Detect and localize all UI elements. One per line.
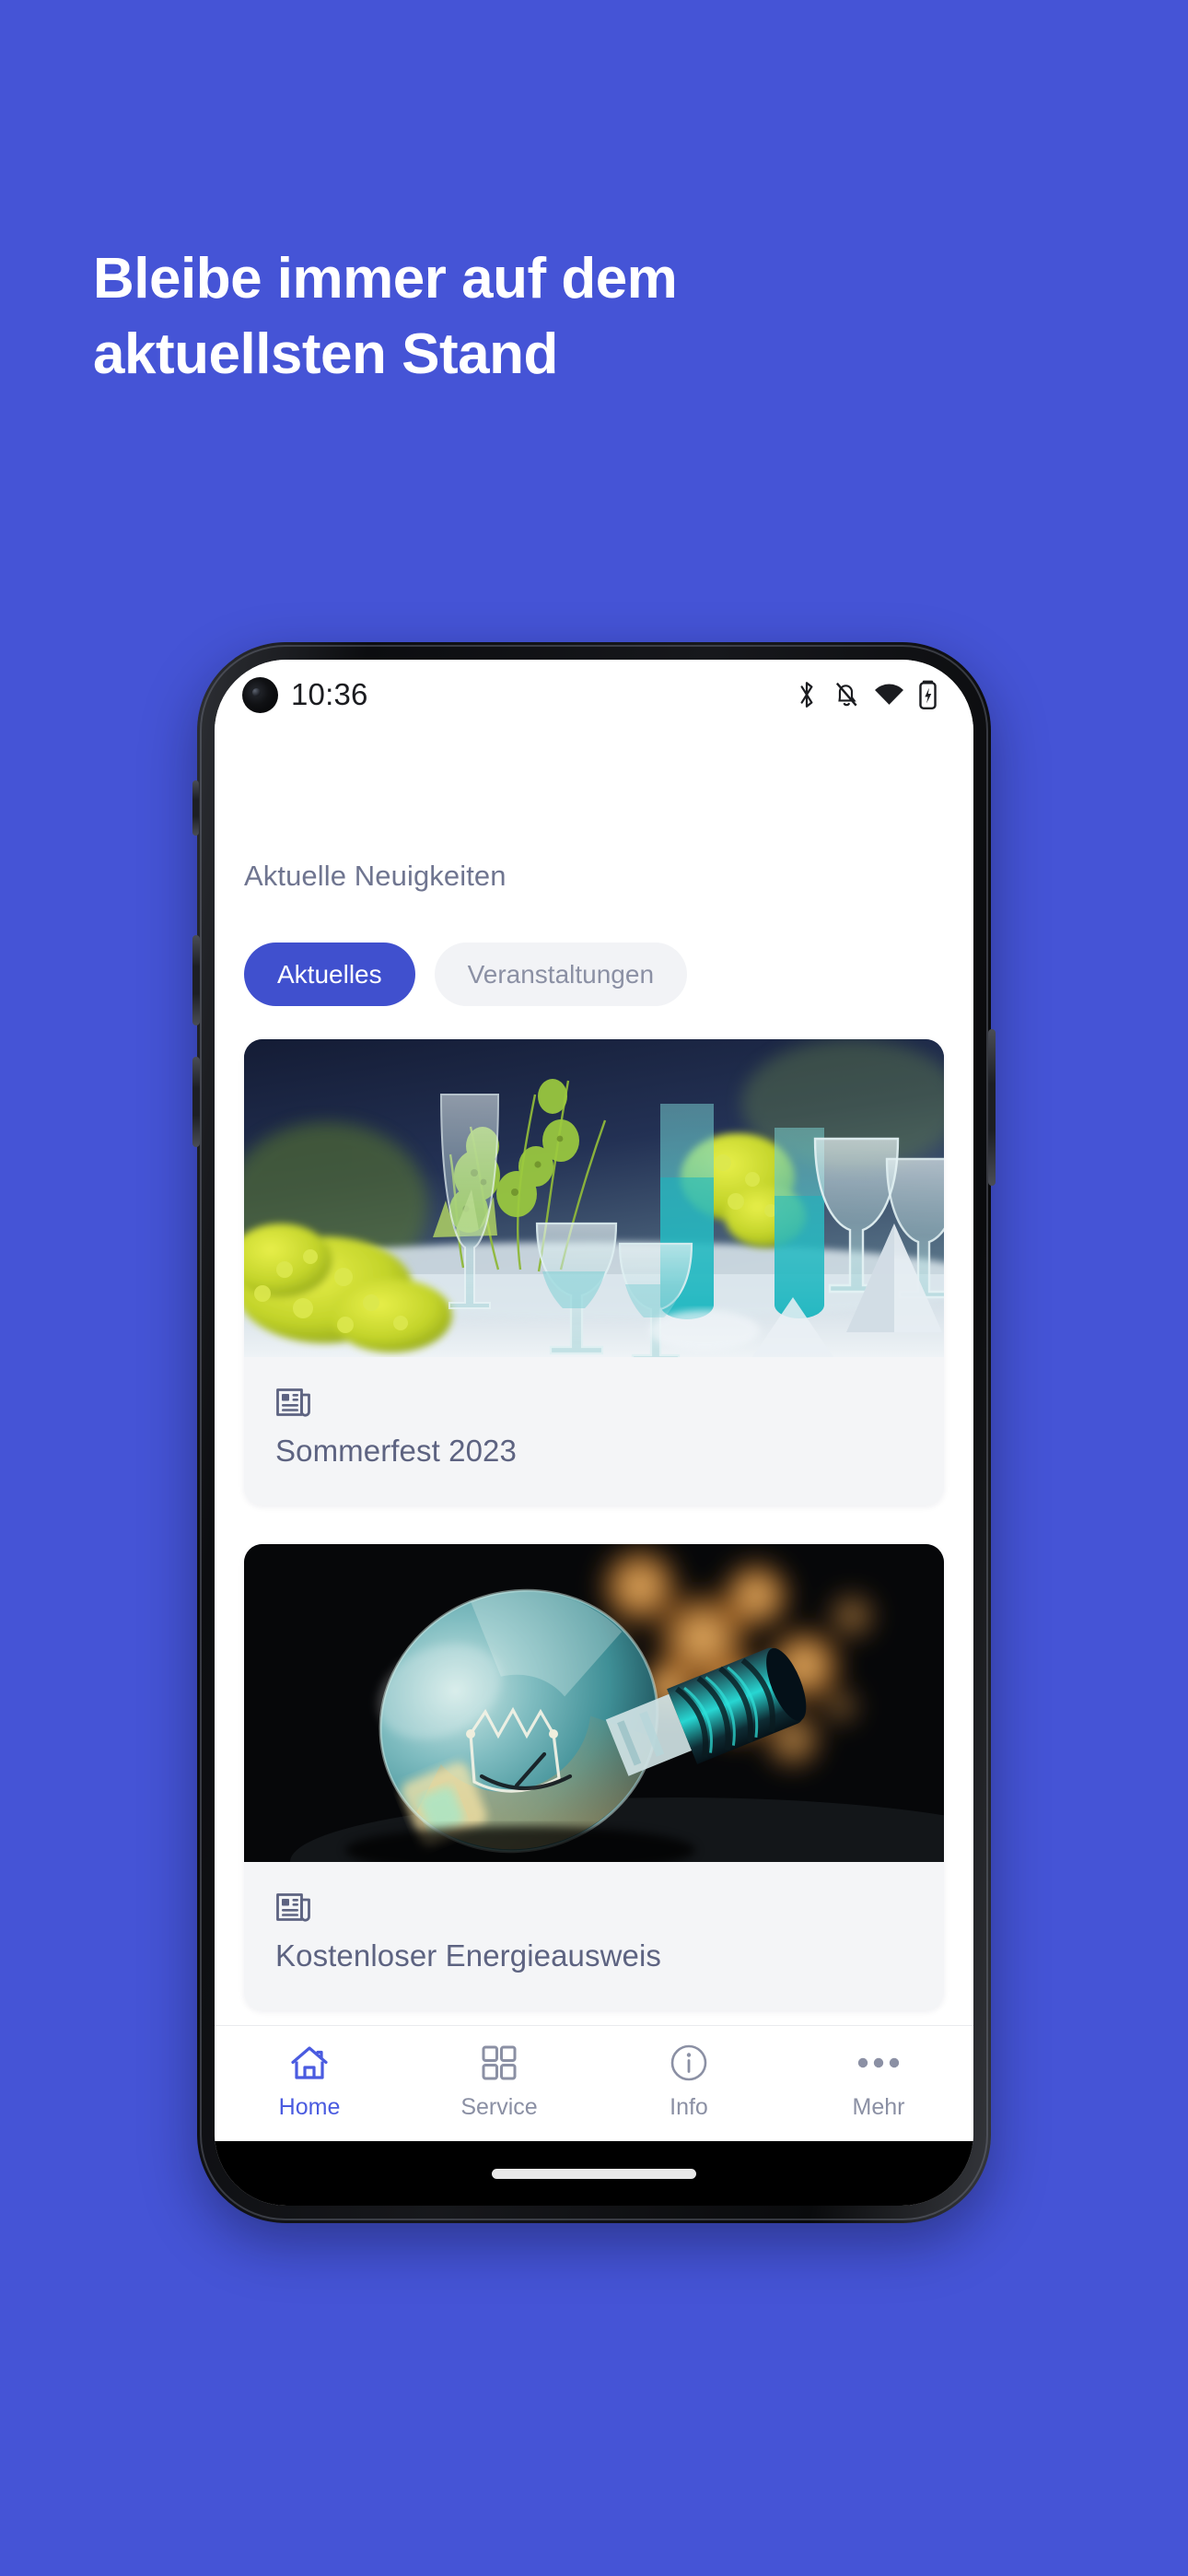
info-icon (670, 2043, 708, 2083)
filter-chip-aktuelles-label: Aktuelles (277, 959, 382, 989)
phone-side-button-extra[interactable] (192, 780, 199, 836)
news-card-image (244, 1544, 944, 1862)
promo-headline-line-2: aktuellsten Stand (93, 322, 558, 386)
filter-chip-veranstaltungen-label: Veranstaltungen (467, 959, 655, 989)
nav-item-mehr-label: Mehr (852, 2094, 905, 2120)
newspaper-icon (275, 1890, 913, 1925)
newspaper-icon (275, 1385, 913, 1420)
status-bar-icons (795, 680, 937, 709)
page-title: Aktuelle Neuigkeiten (244, 860, 507, 892)
nav-item-service-label: Service (460, 2094, 538, 2120)
filter-chip-aktuelles[interactable]: Aktuelles (244, 943, 415, 1006)
filter-chip-group: Aktuelles Veranstaltungen (244, 943, 944, 1006)
nav-item-mehr[interactable]: Mehr (784, 2043, 973, 2121)
news-card[interactable]: Kostenloser Energieausweis (244, 1544, 944, 2010)
phone-screen: 10:36 Aktuelle Neuigkeiten Aktuelles Ver… (215, 660, 973, 2206)
status-bar-time: 10:36 (291, 677, 368, 711)
more-dots-icon (856, 2043, 901, 2083)
news-card-title: Kostenloser Energieausweis (275, 1938, 661, 1973)
phone-volume-down-button[interactable] (192, 1057, 200, 1147)
filter-chip-veranstaltungen[interactable]: Veranstaltungen (434, 943, 688, 1006)
nav-item-service[interactable]: Service (404, 2043, 594, 2121)
home-icon (289, 2043, 330, 2083)
wifi-icon (874, 683, 904, 707)
news-card-body: Sommerfest 2023 (244, 1357, 944, 1505)
battery-charging-icon (919, 680, 937, 709)
notifications-muted-icon (833, 680, 859, 709)
nav-item-home[interactable]: Home (215, 2043, 404, 2121)
phone-mockup: 10:36 Aktuelle Neuigkeiten Aktuelles Ver… (192, 642, 996, 2223)
nav-item-info-label: Info (670, 2094, 708, 2120)
bottom-navigation-bar: Home Service Info Mehr (215, 2025, 973, 2141)
nav-item-home-label: Home (278, 2094, 341, 2120)
front-camera-punch-hole (242, 676, 278, 713)
app-content: Aktuelle Neuigkeiten Aktuelles Veranstal… (215, 730, 973, 2025)
news-card-image (244, 1039, 944, 1357)
grid-icon (481, 2043, 518, 2083)
phone-volume-up-button[interactable] (988, 1029, 996, 1186)
system-gesture-area (215, 2141, 973, 2206)
news-card-body: Kostenloser Energieausweis (244, 1862, 944, 2010)
promo-headline-line-1: Bleibe immer auf dem (93, 247, 678, 310)
news-card-title: Sommerfest 2023 (275, 1434, 517, 1468)
bluetooth-icon (795, 680, 819, 709)
nav-item-info[interactable]: Info (594, 2043, 784, 2121)
home-indicator[interactable] (492, 2168, 696, 2179)
status-bar: 10:36 (215, 660, 973, 730)
news-card[interactable]: Sommerfest 2023 (244, 1039, 944, 1505)
promo-headline: Bleibe immer auf dem aktuellsten Stand (93, 241, 922, 392)
news-card-list: Sommerfest 2023 Kostenloser Energieauswe… (244, 1039, 944, 2010)
phone-power-button[interactable] (192, 935, 200, 1025)
